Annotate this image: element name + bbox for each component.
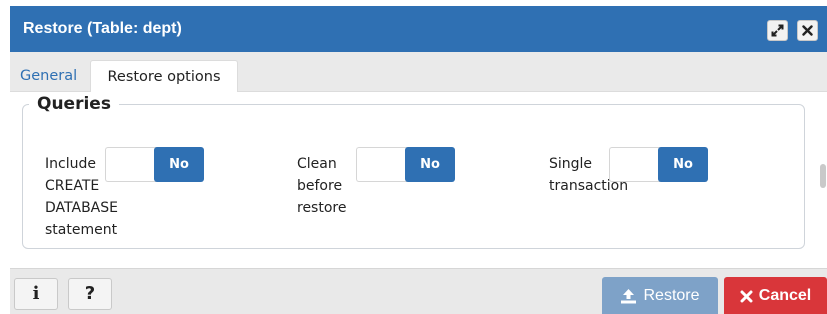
help-icon: ? (84, 283, 96, 304)
toggle-track (105, 147, 157, 182)
maximize-button[interactable] (767, 20, 788, 41)
restore-label: Restore (643, 287, 700, 304)
cancel-button[interactable]: Cancel (724, 277, 827, 314)
close-button[interactable] (797, 20, 818, 41)
toggle-track (356, 147, 408, 182)
queries-group: Queries Include CREATE DATABASE statemen… (22, 94, 805, 249)
tab-content: Queries Include CREATE DATABASE statemen… (10, 92, 827, 268)
tab-restore-options[interactable]: Restore options (90, 60, 238, 93)
expand-icon (771, 24, 784, 37)
info-icon: i (32, 283, 40, 304)
include-create-database-toggle[interactable]: No (105, 147, 204, 182)
help-button[interactable]: ? (68, 278, 112, 310)
tab-bar: General Restore options (10, 52, 827, 93)
restore-button[interactable]: Restore (602, 277, 718, 314)
scrollbar-thumb[interactable] (820, 164, 826, 188)
toggle-track (609, 147, 661, 182)
restore-dialog: Restore (Table: dept) General Restore op… (0, 0, 827, 314)
upload-icon (621, 289, 637, 304)
close-icon (740, 290, 753, 302)
info-button[interactable]: i (14, 278, 58, 310)
close-icon (802, 25, 813, 36)
toggle-state: No (405, 147, 455, 182)
dialog-footer: i ? Restore Cancel (10, 268, 827, 314)
clean-before-restore-toggle[interactable]: No (356, 147, 455, 182)
queries-legend: Queries (37, 94, 111, 114)
dialog-titlebar[interactable]: Restore (Table: dept) (10, 6, 827, 52)
toggle-state: No (658, 147, 708, 182)
dialog-title: Restore (Table: dept) (23, 20, 182, 37)
clean-before-restore-label: Clean before restore (297, 156, 347, 216)
toggle-state: No (154, 147, 204, 182)
cancel-label: Cancel (758, 287, 812, 304)
single-transaction-toggle[interactable]: No (609, 147, 708, 182)
tab-general[interactable]: General (10, 60, 90, 92)
